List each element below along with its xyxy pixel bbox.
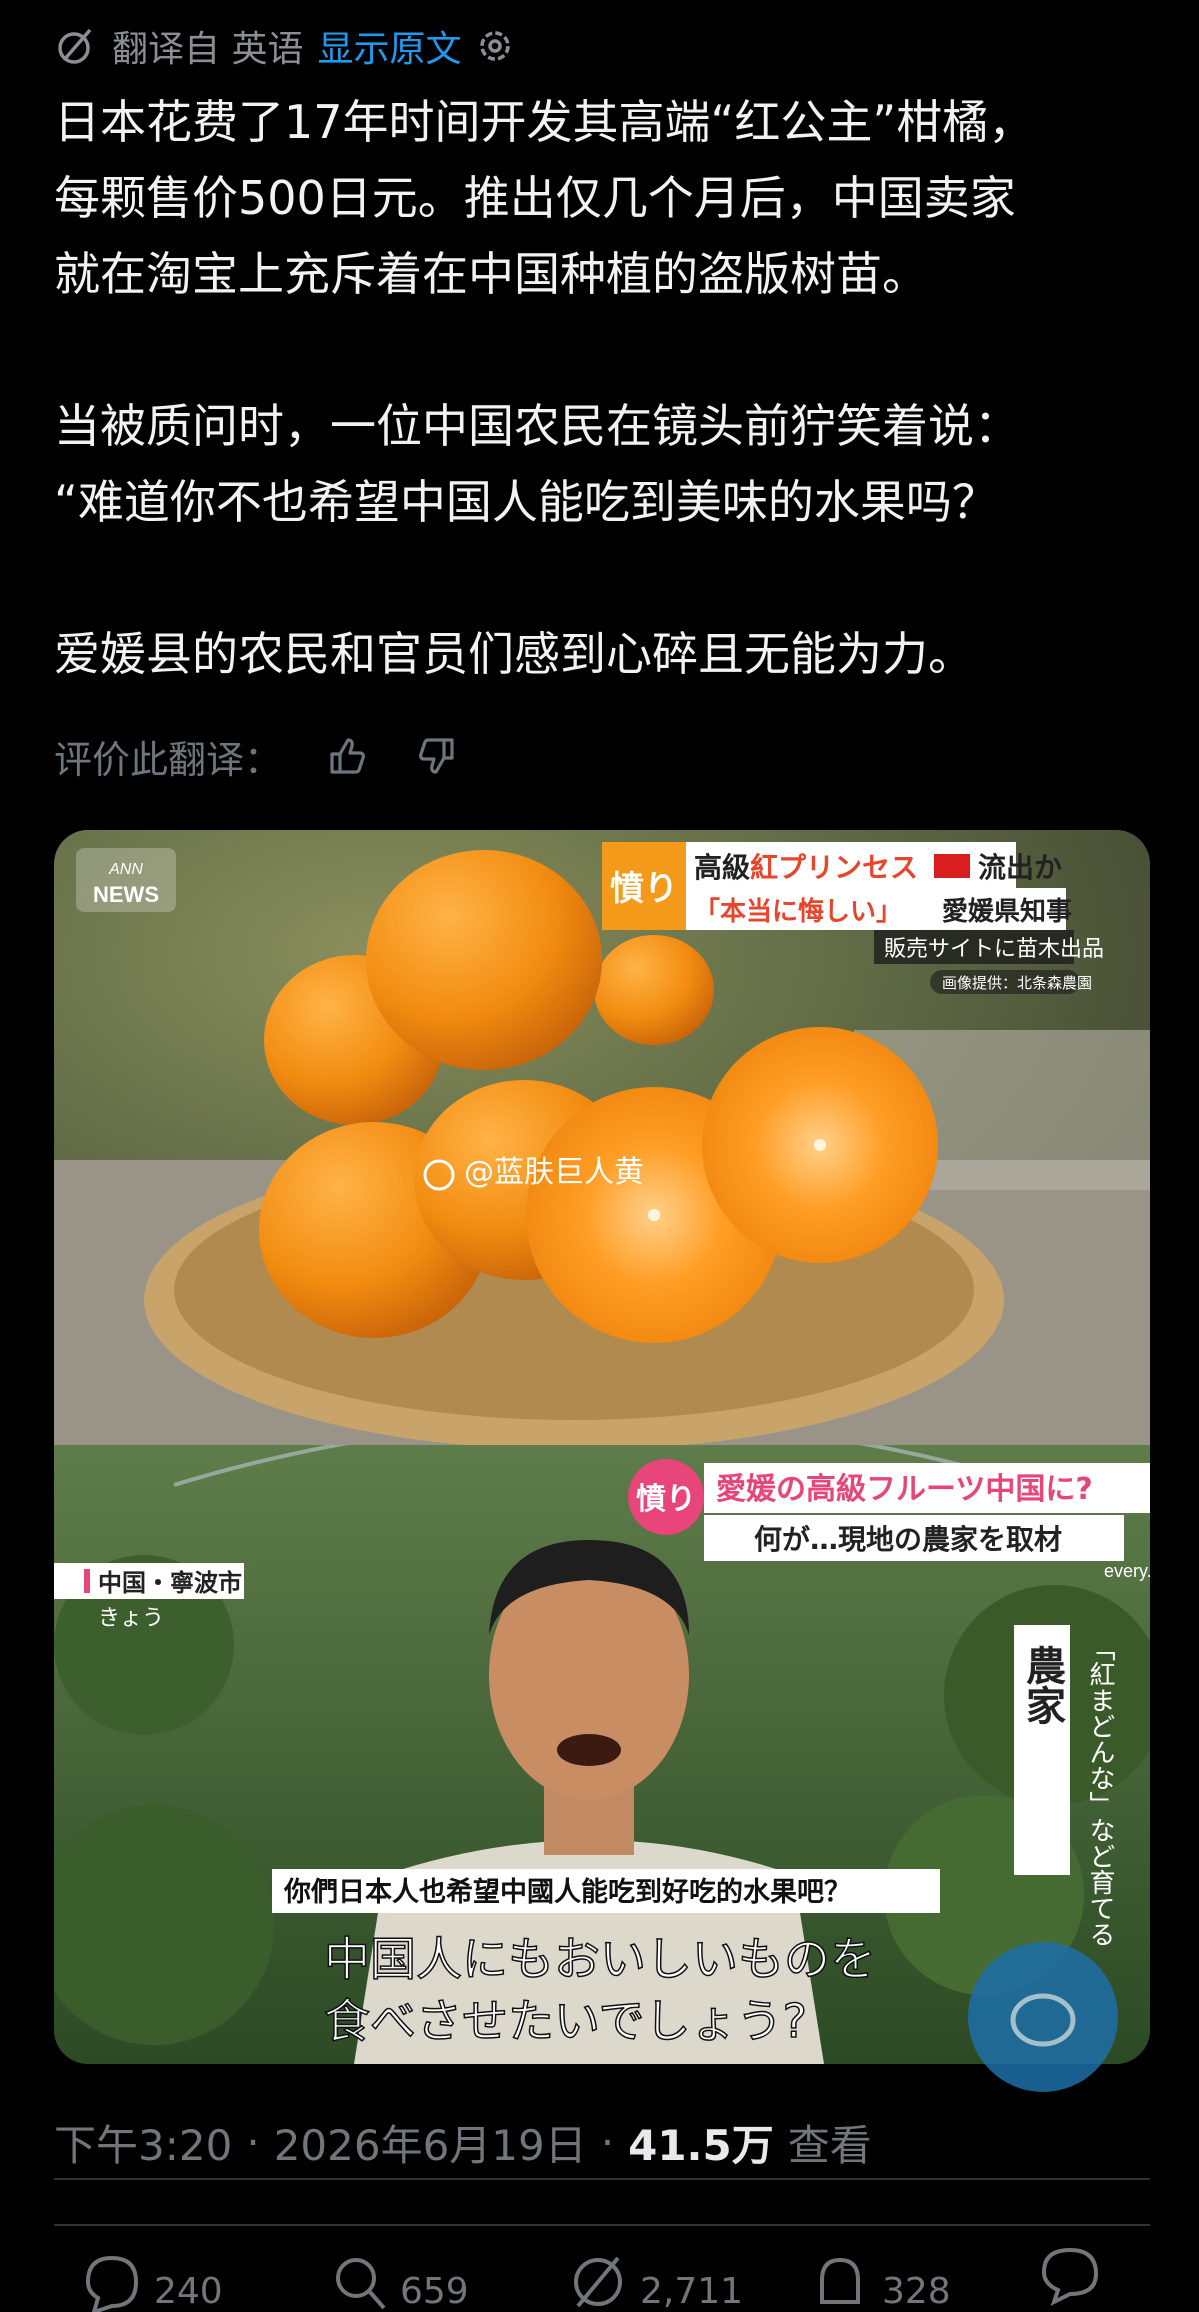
ann-logo-line2: NEWS: [93, 882, 159, 907]
repost-count: 659: [400, 2271, 469, 2312]
chinese-subtitle: 你們日本人也希望中國人能吃到好吃的水果吧？: [283, 1876, 851, 1908]
rate-translation-bar: 评价此翻译：: [54, 726, 458, 786]
ann-news-logo: ANN NEWS: [76, 848, 176, 912]
view-label: 查看: [787, 2120, 872, 2170]
japanese-subtitle-line1: 中国人にもおいしいものを: [324, 1932, 876, 1986]
location-text: 中国・寧波市: [98, 1569, 242, 1597]
japanese-subtitle-line2: 食べさせたいでしょう?: [324, 1994, 807, 2048]
thumbs-up-icon[interactable]: [326, 734, 370, 778]
post-time[interactable]: 下午3:20: [54, 2112, 232, 2173]
headline1-prefix: 高級: [694, 851, 750, 884]
action-bar: 240 659 2,711 328: [0, 2230, 1199, 2312]
notification-bell-icon: [820, 2257, 860, 2304]
image-credit: 画像提供：北条森農園: [942, 974, 1092, 992]
post-date[interactable]: 2026年6月19日: [274, 2112, 587, 2173]
every-logo: every.: [1104, 1561, 1150, 1581]
post-text: 日本花费了17年时间开发其高端“红公主”柑橘， 每颗售价500日元。推出仅几个月…: [54, 95, 1035, 681]
headline2-quote: 「本当に悔しい」: [694, 896, 902, 927]
view-count: 41.5万: [628, 2120, 774, 2170]
location-subtext: きょう: [98, 1606, 164, 1631]
sub-caption: 販売サイトに苗木出品: [884, 937, 1104, 962]
oranges-news-image: ANN NEWS 憤り 高級紅プリンセス 流出か 「本当に悔しい」 愛媛県知事 …: [54, 830, 1150, 1445]
share-button[interactable]: [1040, 2230, 1100, 2312]
rate-translation-label: 评价此翻译：: [54, 737, 283, 782]
like-count: 2,711: [640, 2271, 744, 2312]
speaker-description: 「紅まどんな」など育てる: [1085, 1635, 1115, 1947]
bookmark-button[interactable]: 328: [812, 2230, 951, 2312]
post-meta: 下午3:20 · 2026年6月19日 · 41.5万 查看: [54, 2112, 872, 2172]
divider: [54, 2178, 1150, 2180]
reply-button[interactable]: 240: [84, 2230, 223, 2312]
headline1-red: 紅プリンセス: [750, 851, 918, 884]
thumbs-down-icon[interactable]: [414, 734, 458, 778]
repost-icon: [336, 2258, 386, 2310]
translate-icon: [58, 28, 92, 64]
speaker-role: 農家: [1019, 1645, 1066, 1725]
post-media[interactable]: ANN NEWS 憤り 高級紅プリンセス 流出か 「本当に悔しい」 愛媛県知事 …: [54, 830, 1150, 2064]
translated-from-label: 翻译自 英语: [112, 29, 304, 70]
meta-separator: ·: [246, 2117, 260, 2167]
compose-icon: [1010, 1993, 1076, 2047]
weibo-watermark: @蓝肤巨人黄: [464, 1155, 644, 1190]
reply-icon: [85, 2255, 139, 2312]
share-icon: [1041, 2247, 1099, 2306]
headline1-suffix: 流出か: [978, 851, 1062, 884]
program-headline2: 何が…現地の農家を取材: [754, 1523, 1062, 1556]
translation-bar: 翻译自 英语 显示原文: [54, 22, 515, 70]
headline2-suffix: 愛媛県知事: [942, 897, 1072, 927]
show-original-link[interactable]: 显示原文: [317, 20, 461, 72]
like-icon: [574, 2256, 622, 2308]
program-headline1: 愛媛の高級フルーツ中国に?: [716, 1472, 1093, 1507]
compose-button[interactable]: [968, 1942, 1118, 2092]
repost-button[interactable]: 659: [330, 2230, 469, 2312]
anger-badge-2: 憤り: [636, 1482, 696, 1517]
china-flag-icon: [934, 854, 970, 878]
anger-badge: 憤り: [610, 869, 678, 909]
svg-text:高級紅プリンセス: 高級紅プリンセス: [694, 851, 918, 884]
reply-count: 240: [154, 2271, 223, 2312]
divider: [54, 2224, 1150, 2226]
bookmark-count: 328: [882, 2271, 951, 2312]
gear-icon[interactable]: [475, 26, 515, 66]
ann-logo-line1: ANN: [108, 861, 143, 878]
like-button[interactable]: 2,711: [570, 2230, 743, 2312]
meta-separator: ·: [600, 2117, 615, 2167]
